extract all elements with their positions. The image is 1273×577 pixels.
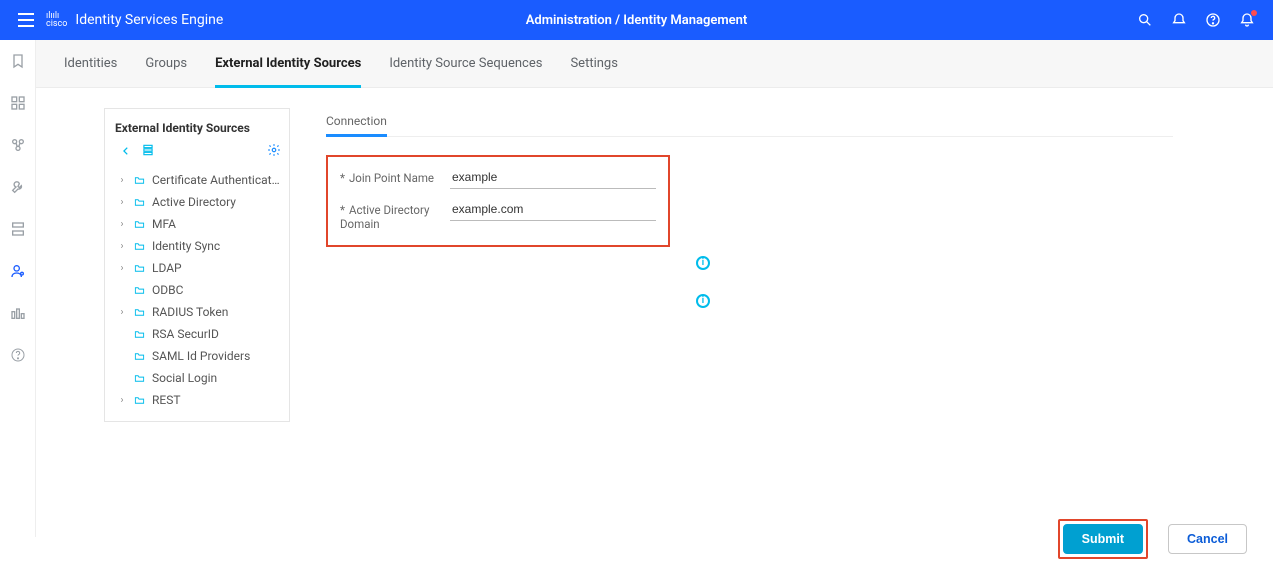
tree-item-label: RSA SecurID <box>152 327 219 341</box>
tree-item-label: Active Directory <box>152 195 236 209</box>
folder-icon <box>133 197 146 208</box>
header-tools <box>1137 12 1255 28</box>
tree-item-label: MFA <box>152 217 176 231</box>
chevron-right-icon: › <box>117 197 127 208</box>
tree-list: › Certificate Authenticat... › Active Direc… <box>105 167 289 411</box>
tree-back-icon[interactable] <box>121 145 131 160</box>
chevron-right-icon: › <box>117 395 127 406</box>
hamburger-icon[interactable] <box>18 13 34 27</box>
detail-tab-connection[interactable]: Connection <box>326 108 387 136</box>
detail-tabs: Connection <box>326 108 1173 137</box>
folder-icon <box>133 175 146 186</box>
rail-dashboard-icon[interactable] <box>9 95 27 111</box>
tree-item[interactable]: ODBC <box>111 279 285 301</box>
tree-item-label: Identity Sync <box>152 239 220 253</box>
rail-context-icon[interactable] <box>9 137 27 153</box>
tree-item[interactable]: › Active Directory <box>111 191 285 213</box>
tree-gear-icon[interactable] <box>267 143 281 161</box>
tab-settings[interactable]: Settings <box>570 40 617 87</box>
footer-buttons: Submit Cancel <box>1058 519 1247 559</box>
product-brand: ılıılıcisco Identity Services Engine <box>46 12 223 28</box>
tree-item[interactable]: Social Login <box>111 367 285 389</box>
tab-identity-source-sequences[interactable]: Identity Source Sequences <box>389 40 542 87</box>
tree-toolbar <box>105 141 289 167</box>
tree-title: External Identity Sources <box>105 117 289 141</box>
rail-tools-icon[interactable] <box>9 179 27 195</box>
notifications-icon[interactable] <box>1239 12 1255 28</box>
cisco-logo-text: ılıılıcisco <box>46 12 67 28</box>
tree-item-label: Certificate Authenticat... <box>152 173 281 187</box>
left-rail <box>0 40 36 537</box>
info-icon-ad-domain[interactable]: i <box>696 294 710 308</box>
rail-help-icon[interactable] <box>9 347 27 363</box>
submit-button-highlight: Submit <box>1058 519 1148 559</box>
input-ad-domain[interactable] <box>450 199 656 221</box>
rail-workcenter-icon[interactable] <box>9 305 27 321</box>
chevron-right-icon: › <box>117 241 127 252</box>
product-name: Identity Services Engine <box>75 12 223 28</box>
folder-icon <box>133 219 146 230</box>
detail-panel: Connection *Join Point Name *Active Dire… <box>326 108 1173 247</box>
tree-panel: External Identity Sources ›Certi <box>104 108 290 422</box>
tree-item[interactable]: › REST <box>111 389 285 411</box>
tree-item[interactable]: › Identity Sync <box>111 235 285 257</box>
tree-item[interactable]: › LDAP <box>111 257 285 279</box>
tree-item[interactable]: › Certificate Authenticat... <box>111 169 285 191</box>
help-icon[interactable] <box>1205 12 1221 28</box>
tab-groups[interactable]: Groups <box>145 40 187 87</box>
breadcrumb: Administration / Identity Management <box>526 13 748 28</box>
info-icon-join-point[interactable]: i <box>696 256 710 270</box>
rail-bookmark-icon[interactable] <box>9 53 27 69</box>
content-area: External Identity Sources ›Certi <box>36 88 1273 577</box>
tree-item-label: REST <box>152 393 181 407</box>
folder-icon <box>133 351 146 362</box>
rail-admin-icon[interactable] <box>9 263 27 279</box>
tree-item-label: ODBC <box>152 283 183 297</box>
search-icon[interactable] <box>1137 12 1153 28</box>
tree-item[interactable]: › MFA <box>111 213 285 235</box>
input-join-point-name[interactable] <box>450 167 656 189</box>
rail-policy-icon[interactable] <box>9 221 27 237</box>
tab-identities[interactable]: Identities <box>64 40 117 87</box>
tree-item[interactable]: › RADIUS Token <box>111 301 285 323</box>
section-tabs: Identities Groups External Identity Sour… <box>36 40 1273 88</box>
tab-external-identity-sources[interactable]: External Identity Sources <box>215 40 361 87</box>
folder-icon <box>133 307 146 318</box>
top-header: ılıılıcisco Identity Services Engine Adm… <box>0 0 1273 40</box>
tree-item-label: SAML Id Providers <box>152 349 250 363</box>
tree-action-icon[interactable] <box>141 143 155 161</box>
folder-icon <box>133 395 146 406</box>
tree-item-label: RADIUS Token <box>152 305 228 319</box>
connection-form-highlight: *Join Point Name *Active Directory Domai… <box>326 155 670 247</box>
chevron-right-icon: › <box>117 219 127 230</box>
chevron-right-icon: › <box>117 263 127 274</box>
tree-item[interactable]: RSA SecurID <box>111 323 285 345</box>
folder-icon <box>133 329 146 340</box>
chevron-right-icon: › <box>117 175 127 186</box>
folder-icon <box>133 285 146 296</box>
alarm-icon[interactable] <box>1171 12 1187 28</box>
submit-button[interactable]: Submit <box>1063 524 1143 554</box>
label-ad-domain: *Active Directory Domain <box>340 199 450 231</box>
cancel-button[interactable]: Cancel <box>1168 524 1247 554</box>
chevron-right-icon: › <box>117 307 127 318</box>
folder-icon <box>133 241 146 252</box>
folder-icon <box>133 373 146 384</box>
label-join-point-name: *Join Point Name <box>340 167 450 185</box>
tree-item[interactable]: SAML Id Providers <box>111 345 285 367</box>
folder-icon <box>133 263 146 274</box>
tree-item-label: LDAP <box>152 261 182 275</box>
tree-item-label: Social Login <box>152 371 217 385</box>
